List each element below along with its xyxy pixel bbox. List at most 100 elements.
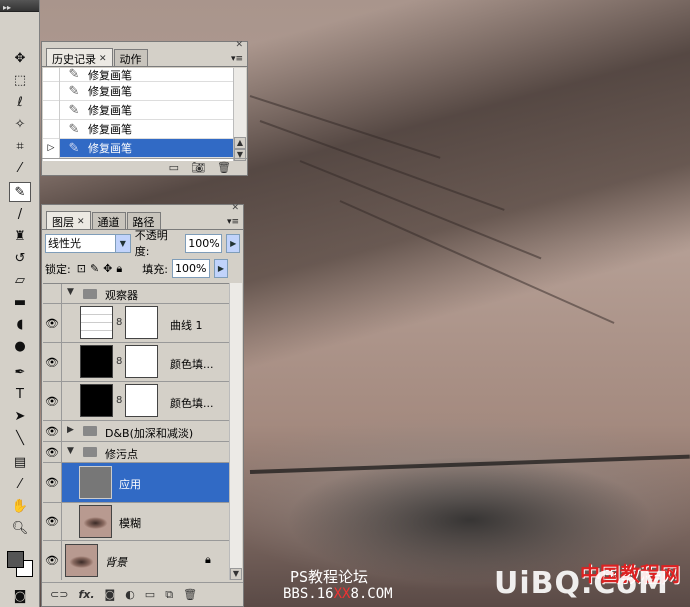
history-item[interactable]: ✎ 修复画笔 [43, 68, 233, 82]
layer-mask-thumbnail[interactable] [125, 384, 158, 417]
new-group-icon[interactable]: ▭ [145, 588, 155, 601]
expand-triangle-icon[interactable]: ▶ [67, 425, 74, 435]
tab-paths[interactable]: 路径 [126, 212, 161, 229]
lock-transparent-icon[interactable]: ⊡ [77, 262, 86, 275]
line-tool-icon[interactable]: ╲ [9, 428, 31, 448]
layer-list: ▼ 观察器 👁︎ 8 曲线 1 👁︎ 8 颜色填... 👁︎ 8 颜色填... [43, 283, 229, 580]
eyedropper-2-tool-icon[interactable]: ⁄ [9, 474, 31, 494]
fill-input[interactable]: 100% [171, 259, 210, 278]
type-tool-icon[interactable]: T [9, 384, 31, 404]
gradient-tool-icon[interactable]: ▬ [9, 292, 31, 312]
tab-actions[interactable]: 动作 [113, 49, 148, 66]
layer-group-row[interactable]: ▼ 观察器 [43, 284, 229, 304]
fill-slider-button[interactable]: ▶ [213, 259, 228, 278]
path-selection-tool-icon[interactable]: ➤ [9, 406, 31, 426]
eyedropper-tool-icon[interactable]: ⁄ [9, 158, 31, 178]
watermark-brand: UiBQ.CoM [494, 566, 669, 601]
fill-thumbnail [80, 384, 113, 417]
quick-mask-icon[interactable]: ◙ [9, 586, 31, 606]
history-brush-tool-icon[interactable]: ↺ [9, 248, 31, 268]
history-scrollbar[interactable]: ▲ ▼ [233, 68, 246, 161]
curves-thumbnail [80, 306, 113, 339]
opacity-input[interactable]: 100% [185, 233, 223, 253]
eye-icon[interactable]: 👁︎ [43, 442, 62, 462]
move-tool-icon[interactable]: ✥ [9, 48, 31, 68]
panel-menu-icon[interactable]: ▾≡ [231, 54, 243, 64]
history-item[interactable]: ✎ 修复画笔 [43, 81, 233, 101]
magic-wand-tool-icon[interactable]: ✧ [9, 114, 31, 134]
toolbar-grip[interactable]: ▸▸ [0, 0, 39, 12]
add-mask-icon[interactable]: ◙ [105, 588, 116, 601]
foreground-color-swatch[interactable] [7, 551, 24, 568]
history-source-checkbox[interactable] [43, 100, 60, 120]
crop-tool-icon[interactable]: ⌗ [9, 136, 31, 156]
new-snapshot-icon[interactable]: 📷︎ [191, 161, 205, 174]
layer-row[interactable]: 👁︎ 8 曲线 1 [43, 304, 229, 343]
eye-icon[interactable]: 👁︎ [43, 382, 62, 420]
history-item[interactable]: ✎ 修复画笔 [43, 100, 233, 120]
history-source-checkbox[interactable] [43, 119, 60, 139]
eye-icon[interactable]: 👁︎ [43, 343, 62, 381]
zoom-tool-icon[interactable]: 🔍︎ [9, 518, 31, 538]
panel-menu-icon[interactable]: ▾≡ [227, 217, 239, 227]
hand-tool-icon[interactable]: ✋ [9, 496, 31, 516]
close-tab-icon[interactable]: ✕ [99, 54, 107, 64]
layer-row[interactable]: 👁︎ 背景 🔒︎ [43, 541, 229, 580]
expand-triangle-icon[interactable]: ▼ [67, 287, 74, 297]
new-document-icon[interactable]: ▭ [169, 161, 179, 174]
pen-tool-icon[interactable]: ✒ [9, 362, 31, 382]
eyebrow-stroke [299, 160, 542, 260]
link-layers-icon[interactable]: ⊂⊃ [50, 588, 68, 601]
trash-icon[interactable]: 🗑︎ [217, 161, 231, 174]
opacity-slider-button[interactable]: ▶ [226, 233, 240, 253]
lock-image-icon[interactable]: ✎ [90, 262, 99, 275]
trash-icon[interactable]: 🗑︎ [183, 588, 197, 601]
layer-row[interactable]: 👁︎ 8 颜色填... [43, 343, 229, 382]
layer-row-selected[interactable]: 👁︎ 应用 [43, 463, 229, 503]
visibility-toggle[interactable] [43, 284, 62, 303]
notes-tool-icon[interactable]: ▤ [9, 452, 31, 472]
layer-row[interactable]: 👁︎ 8 颜色填... [43, 382, 229, 421]
marquee-tool-icon[interactable]: ⬚ [9, 70, 31, 90]
history-item[interactable]: ✎ 修复画笔 [43, 119, 233, 139]
lasso-tool-icon[interactable]: ℓ [9, 92, 31, 112]
new-layer-icon[interactable]: ⧉ [165, 588, 173, 602]
lock-all-icon[interactable]: 🔒︎ [116, 262, 122, 275]
history-source-checkbox[interactable] [43, 68, 60, 82]
link-icon: 8 [116, 356, 123, 367]
layer-row[interactable]: 👁︎ 模糊 [43, 503, 229, 541]
brush-tool-icon[interactable]: / [9, 204, 31, 224]
chevron-down-icon[interactable]: ▼ [114, 234, 130, 252]
eye-icon[interactable]: 👁︎ [43, 463, 62, 502]
expand-triangle-icon[interactable]: ▼ [67, 446, 74, 456]
layer-mask-thumbnail[interactable] [125, 306, 158, 339]
lock-position-icon[interactable]: ✥ [103, 262, 112, 275]
adjustment-layer-icon[interactable]: ◐ [125, 588, 135, 601]
layer-group-row[interactable]: 👁︎ ▶ D&B(加深和减淡) [43, 421, 229, 442]
healing-brush-tool-icon[interactable]: ✎ [9, 182, 31, 202]
tab-history[interactable]: 历史记录 ✕ [46, 48, 113, 66]
eraser-tool-icon[interactable]: ▱ [9, 270, 31, 290]
eye-icon[interactable]: 👁︎ [43, 541, 62, 580]
scroll-up-icon[interactable]: ▲ [234, 137, 246, 149]
history-source-checkbox[interactable] [43, 81, 60, 101]
eye-icon[interactable]: 👁︎ [43, 503, 62, 540]
blur-tool-icon[interactable]: ◖ [9, 314, 31, 334]
scroll-down-icon[interactable]: ▼ [230, 568, 242, 580]
eye-icon[interactable]: 👁︎ [43, 304, 62, 342]
blend-mode-select[interactable]: 线性光 ▼ [45, 233, 131, 253]
eye-icon[interactable]: 👁︎ [43, 421, 62, 441]
folder-icon [83, 447, 97, 457]
close-tab-icon[interactable]: ✕ [77, 217, 85, 227]
eyelash-line [249, 454, 690, 474]
layer-group-row[interactable]: 👁︎ ▼ 修污点 [43, 442, 229, 463]
dodge-tool-icon[interactable]: ● [9, 336, 31, 356]
add-style-button[interactable]: fx. [78, 588, 94, 601]
tab-layers[interactable]: 图层 ✕ [46, 211, 91, 229]
clone-stamp-tool-icon[interactable]: ♜ [9, 226, 31, 246]
layer-mask-thumbnail[interactable] [125, 345, 158, 378]
history-state-pointer[interactable]: ▷ [43, 138, 60, 158]
tab-channels[interactable]: 通道 [91, 212, 126, 229]
history-item-selected[interactable]: ▷ ✎ 修复画笔 [43, 138, 233, 158]
layers-scrollbar[interactable]: ▼ [229, 283, 242, 580]
